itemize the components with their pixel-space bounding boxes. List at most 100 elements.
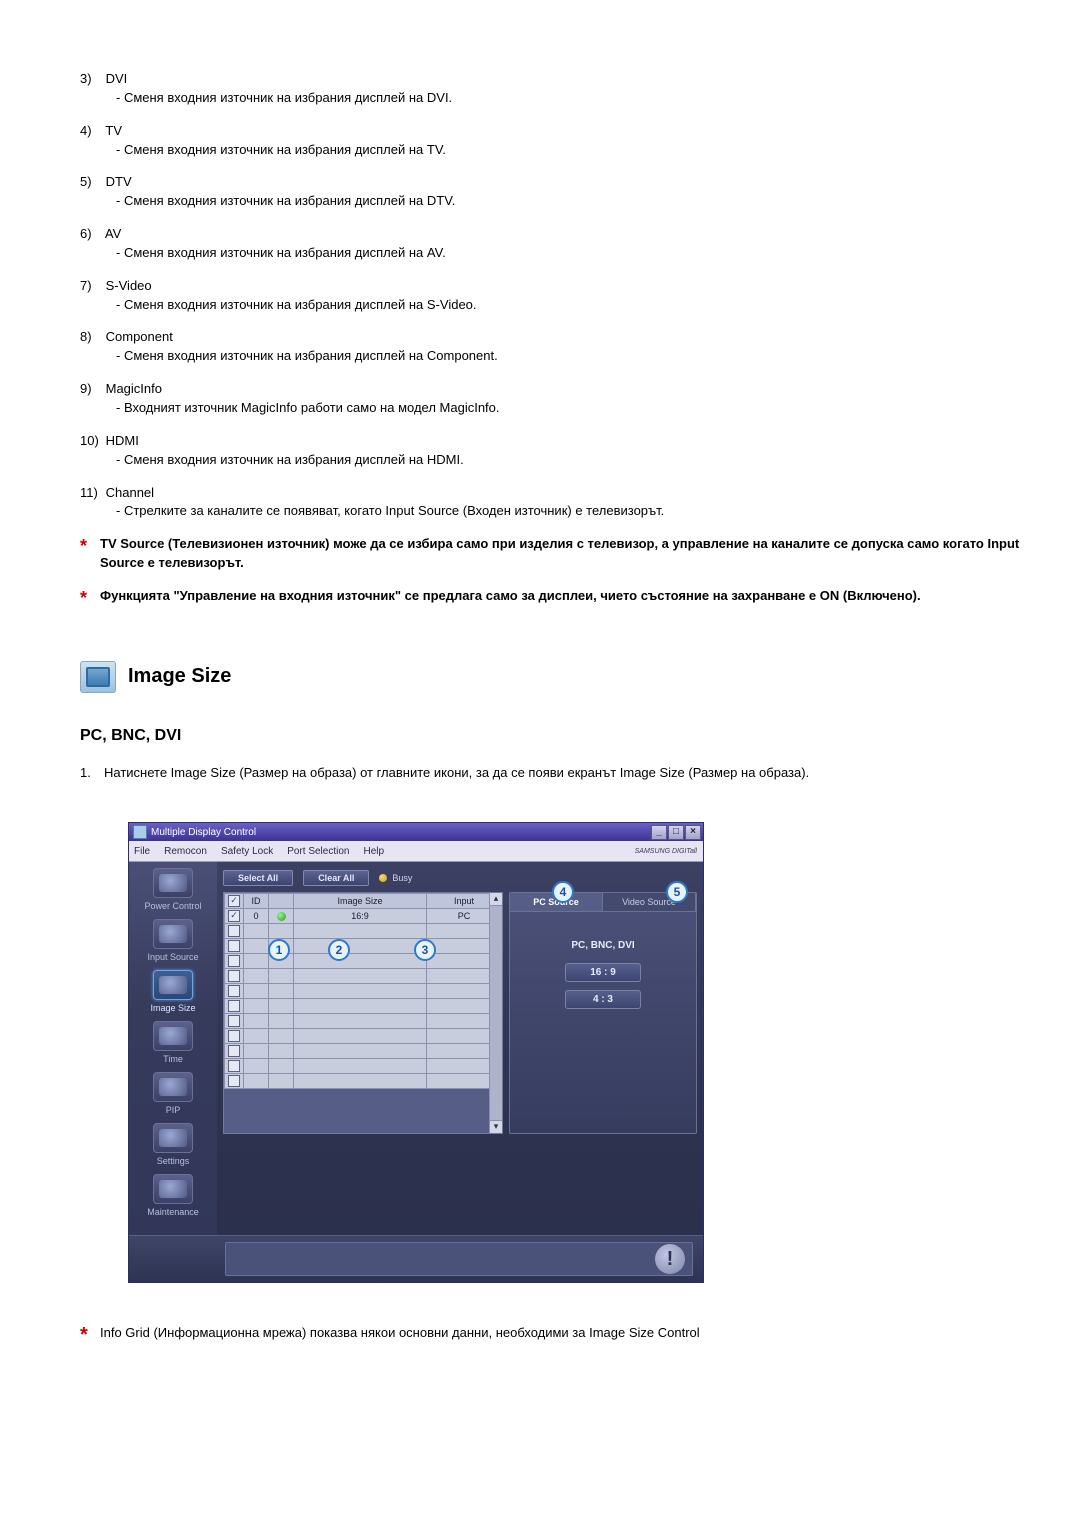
item-title: Component [106, 329, 173, 344]
item-title: DVI [106, 71, 128, 86]
busy-label: Busy [392, 873, 412, 883]
sidebar-item-label: Power Control [144, 901, 201, 911]
sidebar-item-label: Maintenance [147, 1207, 199, 1217]
row-checkbox[interactable] [228, 1060, 240, 1072]
sidebar-item-power-control[interactable]: Power Control [136, 868, 210, 911]
item-desc: - Сменя входния източник на избрания дис… [104, 347, 1020, 366]
footer-note: * Info Grid (Информационна мрежа) показв… [80, 1323, 1020, 1343]
menubar: File Remocon Safety Lock Port Selection … [129, 841, 703, 862]
asterisk-icon: * [80, 533, 87, 559]
header-image-size: Image Size [294, 894, 427, 909]
item-desc: - Сменя входния източник на избрания дис… [104, 244, 1020, 263]
row-checkbox[interactable] [228, 1045, 240, 1057]
item-number: 8) [80, 328, 102, 347]
sidebar-item-label: Image Size [150, 1003, 195, 1013]
row-checkbox[interactable] [228, 1000, 240, 1012]
header-status [269, 894, 294, 909]
alert-icon: ! [655, 1244, 685, 1274]
item-title: MagicInfo [106, 381, 162, 396]
row-checkbox[interactable] [228, 940, 240, 952]
item-number: 7) [80, 277, 102, 296]
step-number: 1. [80, 763, 91, 783]
titlebar: Multiple Display Control _ □ × [129, 823, 703, 841]
item-number: 5) [80, 173, 102, 192]
note-tv-source: * TV Source (Телевизионен източник) може… [80, 535, 1020, 573]
table-row [225, 1044, 502, 1059]
sidebar-item-label: Settings [157, 1156, 190, 1166]
main-area: Select All Clear All Busy ID [217, 862, 703, 1235]
item-title: AV [105, 226, 121, 241]
table-row [225, 1029, 502, 1044]
section-header: Image Size [80, 661, 1020, 693]
info-grid: ID Image Size Input 0 16:9 PC [223, 892, 503, 1134]
input-source-icon [153, 919, 193, 949]
select-all-button[interactable]: Select All [223, 870, 293, 886]
list-item: 5) DTV - Сменя входния източник на избра… [104, 173, 1020, 211]
option-16-9[interactable]: 16 : 9 [565, 963, 641, 982]
table-row [225, 954, 502, 969]
item-number: 11) [80, 484, 102, 503]
sidebar-item-settings[interactable]: Settings [136, 1123, 210, 1166]
asterisk-icon: * [80, 585, 87, 611]
menu-help[interactable]: Help [363, 846, 384, 857]
header-check[interactable] [225, 894, 244, 909]
list-item: 9) MagicInfo - Входният източник MagicIn… [104, 380, 1020, 418]
note-power-on: * Функцията "Управление на входния източ… [80, 587, 1020, 606]
option-4-3[interactable]: 4 : 3 [565, 990, 641, 1009]
sidebar-item-time[interactable]: Time [136, 1021, 210, 1064]
row-checkbox[interactable] [228, 1015, 240, 1027]
sidebar-item-maintenance[interactable]: Maintenance [136, 1174, 210, 1217]
row-checkbox[interactable] [228, 1030, 240, 1042]
sidebar-item-image-size[interactable]: Image Size [136, 970, 210, 1013]
row-checkbox[interactable] [228, 955, 240, 967]
sub-header: PC, BNC, DVI [80, 727, 1020, 745]
row-checkbox[interactable] [228, 970, 240, 982]
close-button[interactable]: × [685, 825, 701, 840]
panel-title: PC, BNC, DVI [510, 940, 696, 951]
scroll-up-icon[interactable]: ▴ [490, 893, 502, 906]
status-bar-inner [225, 1242, 693, 1276]
minimize-button[interactable]: _ [651, 825, 667, 840]
item-desc: - Сменя входния източник на избрания дис… [104, 141, 1020, 160]
sidebar-item-pip[interactable]: PIP [136, 1072, 210, 1115]
sidebar-item-label: Input Source [147, 952, 198, 962]
table-row [225, 1059, 502, 1074]
step-text: Натиснете Image Size (Размер на образа) … [104, 765, 809, 780]
row-checkbox[interactable] [228, 925, 240, 937]
table-row [225, 999, 502, 1014]
row-checkbox[interactable] [228, 985, 240, 997]
menu-file[interactable]: File [134, 846, 150, 857]
right-panel: 4 5 PC Source Video Source PC, BNC, DVI … [509, 892, 697, 1134]
clear-all-button[interactable]: Clear All [303, 870, 369, 886]
item-number: 6) [80, 225, 102, 244]
scroll-down-icon[interactable]: ▾ [490, 1120, 502, 1133]
menu-safety-lock[interactable]: Safety Lock [221, 846, 273, 857]
row-checkbox[interactable] [228, 910, 240, 922]
table-row [225, 924, 502, 939]
busy-icon [379, 874, 387, 882]
table-row[interactable]: 0 16:9 PC [225, 909, 502, 924]
list-item: 3) DVI - Сменя входния източник на избра… [104, 70, 1020, 108]
sidebar-item-label: PIP [166, 1105, 181, 1115]
maximize-button[interactable]: □ [668, 825, 684, 840]
app-window: Multiple Display Control _ □ × File Remo… [128, 822, 704, 1283]
table-row [225, 984, 502, 999]
item-number: 3) [80, 70, 102, 89]
item-desc: - Сменя входния източник на избрания дис… [104, 89, 1020, 108]
footer-note-text: Info Grid (Информационна мрежа) показва … [100, 1325, 700, 1340]
time-icon [153, 1021, 193, 1051]
window-title: Multiple Display Control [151, 827, 256, 838]
menu-port-selection[interactable]: Port Selection [287, 846, 349, 857]
grid-scrollbar[interactable]: ▴ ▾ [489, 893, 502, 1133]
list-item: 6) AV - Сменя входния източник на избран… [104, 225, 1020, 263]
image-size-icon [80, 661, 116, 693]
header-id: ID [244, 894, 269, 909]
menu-remocon[interactable]: Remocon [164, 846, 207, 857]
item-title: HDMI [106, 433, 139, 448]
asterisk-icon: * [80, 1320, 88, 1350]
row-checkbox[interactable] [228, 1075, 240, 1087]
sidebar-item-input-source[interactable]: Input Source [136, 919, 210, 962]
list-item: 8) Component - Сменя входния източник на… [104, 328, 1020, 366]
app-icon [133, 825, 147, 839]
sidebar: Power Control Input Source Image Size Ti… [129, 862, 217, 1235]
